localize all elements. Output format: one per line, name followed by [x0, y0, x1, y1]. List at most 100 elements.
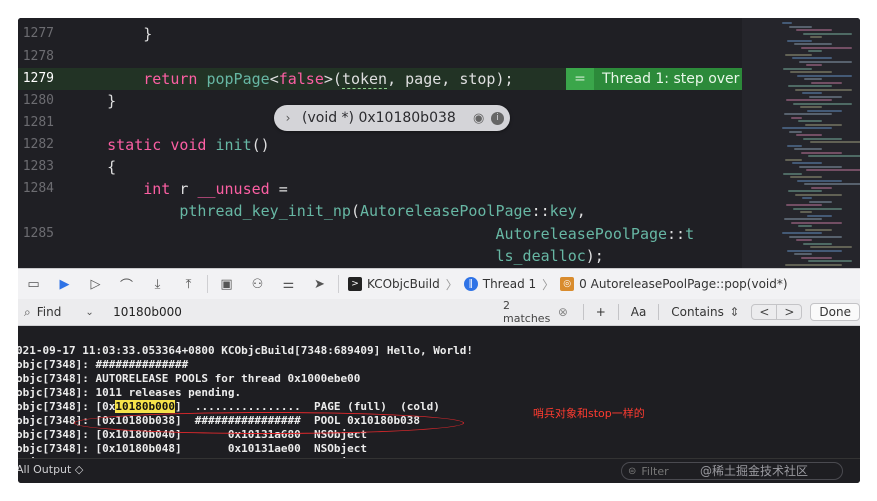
minimap-line	[797, 179, 842, 182]
line-number[interactable]: 1278	[18, 46, 54, 68]
breadcrumb-thread[interactable]: Thread 1	[483, 277, 536, 291]
findbar-divider	[582, 304, 584, 320]
code-text: static void init()	[71, 134, 270, 156]
code-editor[interactable]: 1277 } 1278 1279 return popPage<false>(tok…	[18, 18, 860, 268]
minimap-line	[808, 260, 852, 262]
minimap-line	[790, 71, 832, 73]
thread-icon: ‖	[463, 277, 478, 291]
add-pattern-button[interactable]: +	[590, 305, 612, 319]
minimap-line	[804, 78, 822, 80]
findbar-divider	[617, 304, 619, 320]
code-line[interactable]: pthread_key_init_np(AutoreleasePoolPage:…	[18, 200, 742, 222]
match-case-button[interactable]: Aa	[625, 305, 653, 319]
breadcrumb-frame[interactable]: 0 AutoreleasePoolPage::pop(void*)	[579, 277, 787, 291]
line-number[interactable]: 1281	[18, 112, 54, 134]
breakpoints-toggle-icon[interactable]: ▶	[49, 272, 80, 296]
step-out-icon[interactable]: ⤒	[173, 272, 204, 296]
code-token: (	[350, 202, 360, 220]
thread-badge[interactable]: = Thread 1: step over	[566, 68, 742, 90]
code-line[interactable]: 1283 {	[18, 156, 742, 178]
chevron-down-icon: ⌄	[85, 306, 94, 318]
filter-icon: ⊜	[628, 465, 637, 477]
code-line[interactable]: ls_dealloc);	[18, 245, 742, 267]
code-token: }	[71, 92, 117, 110]
eye-icon[interactable]: ◉	[473, 111, 491, 126]
console-line: objc[7348]: ##############	[18, 358, 189, 371]
previous-match-button[interactable]: <	[752, 305, 778, 319]
clear-search-icon[interactable]: ⊗	[558, 305, 577, 319]
line-number[interactable]: 1282	[18, 134, 54, 156]
code-token: token	[341, 70, 388, 89]
step-over-icon[interactable]: ⌒	[111, 272, 142, 296]
view-hierarchy-icon[interactable]: ▣	[211, 272, 242, 296]
line-number[interactable]: 1283	[18, 156, 54, 178]
minimap-line	[793, 207, 842, 210]
line-number[interactable]: 1285	[18, 223, 54, 245]
done-button[interactable]: Done	[810, 303, 860, 321]
minimap-line	[794, 148, 822, 150]
debug-console[interactable]: 021-09-17 11:03:33.053364+0800 KCObjcBui…	[18, 326, 860, 458]
line-number[interactable]: 1277	[18, 23, 54, 45]
code-line[interactable]: 1282 static void init()	[18, 134, 742, 156]
minimap-line	[794, 43, 832, 45]
location-icon[interactable]: ➤	[304, 272, 335, 296]
code-line[interactable]: 1285 AutoreleasePoolPage::t	[18, 223, 742, 245]
toolbar-divider	[207, 275, 208, 293]
minimap-line	[787, 249, 842, 252]
console-text: objc[7348]: [0x	[18, 400, 116, 413]
breadcrumb[interactable]: > KCObjcBuild 〉 ‖ Thread 1 〉 ◎ 0 Autorel…	[348, 276, 788, 293]
minimap-line	[795, 193, 842, 196]
code-token: t	[685, 225, 695, 243]
console-line: objc[7348]: 1011 releases pending.	[18, 386, 242, 399]
code-text: int r __unused =	[71, 178, 288, 200]
code-token: AutoreleasePoolPage	[71, 225, 668, 243]
line-number[interactable]: 1284	[18, 178, 54, 200]
minimap[interactable]	[742, 18, 860, 268]
console-text: ] ................ PAGE (full) (cold)	[174, 400, 440, 413]
minimap-line	[805, 228, 832, 231]
minimap-line	[801, 46, 852, 49]
breadcrumb-scheme[interactable]: KCObjcBuild	[367, 277, 440, 291]
minimap-line	[796, 239, 812, 241]
minimap-line	[799, 165, 842, 168]
variable-value-popup[interactable]: › (void *) 0x10180b038 ◉ i	[274, 105, 510, 131]
minimap-line	[808, 50, 822, 52]
code-token: ::	[667, 225, 686, 243]
output-filter-select[interactable]: All Output ◇	[18, 463, 83, 476]
line-number[interactable]: 1280	[18, 90, 54, 112]
hide-console-icon[interactable]: ▭	[18, 272, 49, 296]
minimap-line	[784, 113, 832, 115]
minimap-line	[809, 95, 842, 98]
filter-placeholder: Filter	[641, 464, 669, 478]
search-highlight: 10180b000	[115, 400, 175, 413]
console-line: 021-09-17 11:03:33.053364+0800 KCObjcBui…	[18, 344, 473, 357]
equals-icon: =	[566, 68, 594, 90]
minimap-line	[800, 106, 822, 108]
code-line[interactable]: 1284 int r __unused =	[18, 178, 742, 200]
terminal-icon: >	[348, 277, 362, 291]
minimap-line	[808, 155, 860, 157]
minimap-line	[804, 183, 860, 185]
step-into-icon[interactable]: ⤓	[142, 272, 173, 296]
match-type-select[interactable]: Contains ⇕	[665, 305, 745, 319]
next-match-button[interactable]: >	[777, 305, 801, 319]
memory-graph-icon[interactable]: ⚇	[242, 272, 273, 296]
info-icon[interactable]: i	[491, 111, 504, 125]
code-token: ls_dealloc	[71, 247, 586, 265]
find-mode-select[interactable]: ⌕ Find ⌄	[18, 305, 109, 320]
minimap-line	[784, 218, 822, 220]
debug-bar: ▭ ▶ ▷ ⌒ ⤓ ⤒ ▣ ⚇ ⚌ ➤ > KCObjcBuild 〉 ‖ Th…	[18, 268, 860, 300]
minimap-line	[789, 130, 802, 133]
code-line[interactable]: 1278	[18, 46, 742, 68]
minimap-line	[798, 225, 812, 227]
disclosure-chevron-icon[interactable]: ›	[278, 111, 298, 125]
find-input[interactable]: 10180b000	[109, 305, 503, 319]
code-text: AutoreleasePoolPage::t	[71, 223, 694, 245]
code-text: }	[71, 23, 152, 45]
code-line[interactable]: 1277 }	[18, 23, 742, 45]
code-token: init	[215, 136, 252, 154]
line-number[interactable]: 1279	[18, 68, 54, 90]
code-text: }	[71, 90, 116, 112]
continue-icon[interactable]: ▷	[80, 272, 111, 296]
environment-overrides-icon[interactable]: ⚌	[273, 272, 304, 296]
